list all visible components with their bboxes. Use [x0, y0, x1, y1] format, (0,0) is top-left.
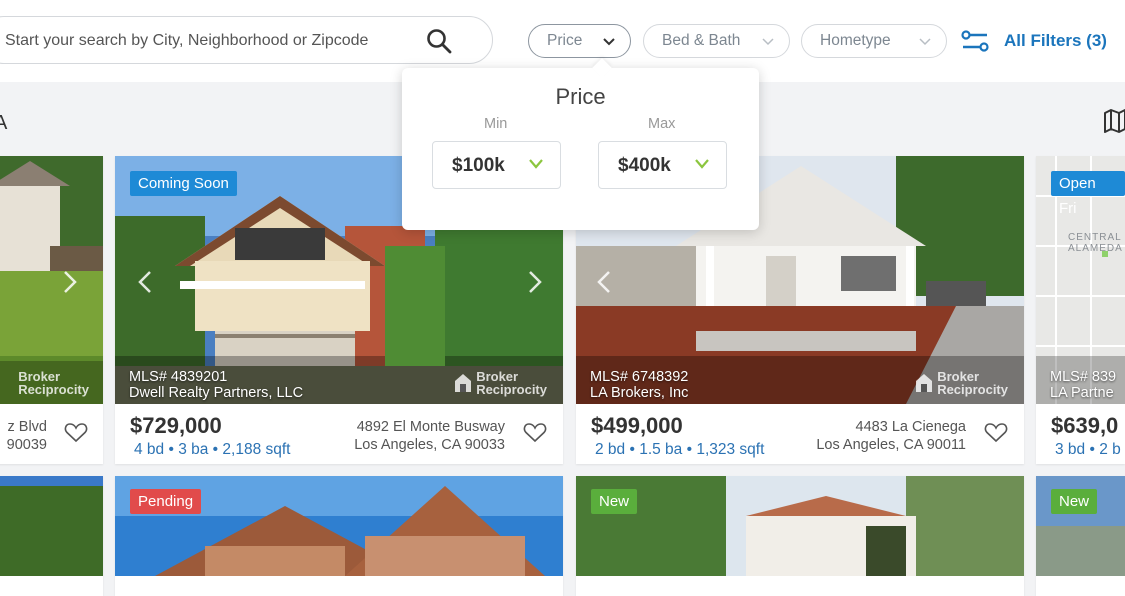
listing-specs: 4 bd • 3 ba • 2,188 sqft — [134, 441, 291, 458]
listing-mls: MLS# 6748392 LA Brokers, Inc — [590, 369, 689, 401]
listing-card[interactable] — [0, 476, 103, 596]
listing-address: z Blvd 90039 — [6, 419, 47, 453]
listing-specs: 2 bd • 1.5 ba • 1,323 sqft — [595, 441, 765, 458]
status-badge: Coming Soon — [130, 171, 237, 196]
listing-price: $499,000 — [591, 413, 683, 438]
header-partial-text: A — [0, 112, 8, 134]
listing-photo[interactable]: Broker Reciprocity — [0, 156, 103, 404]
price-filter-popover: Price Min Max $100k $400k — [402, 58, 759, 230]
popover-title: Price — [555, 84, 606, 109]
all-filters-label: All Filters (3) — [1004, 31, 1107, 50]
max-price-select[interactable]: $400k — [598, 141, 727, 189]
listing-card[interactable]: New — [576, 476, 1024, 596]
favorite-heart-icon[interactable] — [64, 421, 88, 443]
listing-info: $499,000 2 bd • 1.5 ba • 1,323 sqft 4483… — [576, 404, 1024, 464]
bed-bath-filter-label: Bed & Bath — [662, 32, 741, 49]
next-photo-icon[interactable] — [62, 269, 78, 295]
next-photo-icon[interactable] — [527, 269, 543, 295]
max-caption: Max — [648, 116, 676, 132]
chevron-down-icon — [603, 38, 615, 46]
status-badge: New — [591, 489, 638, 514]
status-badge: Pending — [130, 489, 202, 514]
map-icon[interactable] — [1102, 108, 1125, 134]
listing-price: $639,0 — [1051, 413, 1119, 438]
listing-info: z Blvd 90039 — [0, 404, 103, 464]
prev-photo-icon[interactable] — [596, 269, 612, 295]
broker-reciprocity-logo: Broker Reciprocity — [454, 370, 547, 396]
hometype-filter-button[interactable]: Hometype — [801, 24, 947, 58]
listing-card[interactable]: Open Fri CENTRAL ALAMEDA MLS# 839 LA Par… — [1036, 156, 1125, 464]
listing-mls: MLS# 4839201 Dwell Realty Partners, LLC — [129, 369, 304, 401]
status-badge: Open Fri — [1051, 171, 1125, 217]
listing-address: 4483 La Cienega Los Angeles, CA 90011 — [816, 419, 966, 453]
broker-reciprocity-logo: Broker Reciprocity — [915, 370, 1008, 396]
listing-info: $639,0 3 bd • 2 b — [1036, 404, 1125, 464]
min-caption: Min — [484, 116, 508, 132]
map-label: CENTRAL ALAMEDA — [1068, 232, 1123, 254]
favorite-heart-icon[interactable] — [523, 421, 547, 443]
broker-house-icon — [916, 374, 933, 392]
sliders-icon — [961, 30, 989, 52]
broker-reciprocity-logo: Broker Reciprocity — [18, 369, 89, 397]
status-badge: New — [1051, 489, 1098, 514]
min-price-select[interactable]: $100k — [432, 141, 561, 189]
listing-card[interactable]: Pending — [115, 476, 563, 596]
favorite-heart-icon[interactable] — [984, 421, 1008, 443]
listing-map[interactable]: Open Fri CENTRAL ALAMEDA MLS# 839 LA Par… — [1036, 156, 1125, 404]
chevron-down-icon — [529, 159, 543, 169]
listing-card[interactable]: New — [1036, 476, 1125, 596]
listing-price: $729,000 — [130, 413, 222, 438]
chevron-down-icon — [762, 38, 774, 46]
listing-info: $729,000 4 bd • 3 ba • 2,188 sqft 4892 E… — [115, 404, 563, 464]
listing-photo[interactable] — [0, 476, 103, 576]
price-filter-button[interactable]: Price — [528, 24, 631, 58]
search-box[interactable]: Start your search by City, Neighborhood … — [0, 16, 493, 64]
hometype-filter-label: Hometype — [820, 32, 891, 49]
all-filters-button[interactable]: All Filters (3) — [960, 28, 1107, 54]
broker-house-icon — [455, 374, 472, 392]
search-icon[interactable] — [426, 28, 452, 54]
listing-mls: MLS# 839 LA Partne — [1050, 369, 1117, 401]
bed-bath-filter-button[interactable]: Bed & Bath — [643, 24, 790, 58]
chevron-down-icon — [695, 159, 709, 169]
listing-photo[interactable] — [576, 476, 1024, 576]
listing-card[interactable]: Broker Reciprocity z Blvd 90039 — [0, 156, 103, 464]
chevron-down-icon — [919, 38, 931, 46]
search-input[interactable]: Start your search by City, Neighborhood … — [5, 32, 368, 50]
prev-photo-icon[interactable] — [137, 269, 153, 295]
price-filter-label: Price — [547, 32, 583, 49]
listing-address: 4892 El Monte Busway Los Angeles, CA 900… — [354, 419, 505, 453]
listing-specs: 3 bd • 2 b — [1055, 441, 1121, 458]
